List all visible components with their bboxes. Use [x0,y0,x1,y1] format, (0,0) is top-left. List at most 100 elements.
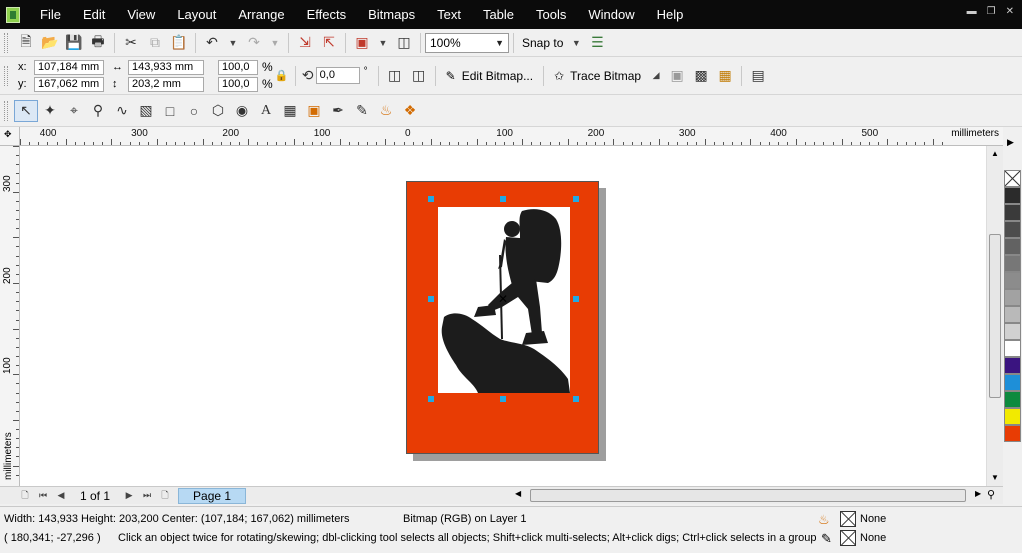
scroll-right-icon[interactable]: ▶ [975,489,981,498]
first-page-icon[interactable]: ⏮ [34,490,52,501]
add-page-before-icon[interactable]: 🗋 [16,488,34,504]
shape-tool-icon[interactable]: ✦ [38,100,62,122]
navigator-zoom-icon[interactable]: ⚲ [987,488,995,501]
lock-ratio-icon[interactable]: 🔒 [273,65,291,87]
redo-icon[interactable]: ↷ [242,32,266,54]
toolbar-grip[interactable] [4,100,8,121]
table-tool-icon[interactable]: ▦ [278,100,302,122]
scroll-left-icon[interactable]: ◀ [515,489,521,498]
scale-x-field[interactable]: 100,0 [218,59,258,75]
no-color-swatch[interactable] [1004,170,1021,187]
horizontal-scroll-thumb[interactable] [530,489,966,502]
menu-edit[interactable]: Edit [72,0,116,29]
options-icon[interactable]: ☰ [585,32,609,54]
export-icon[interactable]: ⇱ [317,32,341,54]
toolbar-grip[interactable] [4,65,8,86]
paste-icon[interactable]: 📋 [167,32,191,54]
fill-tool-icon[interactable]: ♨ [374,100,398,122]
snap-to-button[interactable]: Snap to [518,36,567,50]
import-icon[interactable]: ⇲ [293,32,317,54]
outline-pen-tool-icon[interactable]: ✎ [350,100,374,122]
application-launcher-icon[interactable]: ▣ [350,32,374,54]
ruler-corner[interactable]: ✥ [0,127,20,146]
wrap-text-icon[interactable]: ▤ [746,65,770,87]
trace-bitmap-button[interactable]: ✩ Trace Bitmap [548,63,647,89]
next-page-icon[interactable]: ▶ [120,490,138,501]
menu-table[interactable]: Table [472,0,525,29]
fill-swatch[interactable] [840,511,856,527]
horizontal-scrollbar[interactable]: ◀ ▶ [513,489,987,502]
horizontal-ruler[interactable]: millimeters 400 300 200 100 0 100 200 300 400 500 [20,127,1003,146]
menu-bitmaps[interactable]: Bitmaps [357,0,426,29]
mirror-horizontal-icon[interactable]: ◫ [383,65,407,87]
menu-view[interactable]: View [116,0,166,29]
scroll-up-icon[interactable]: ▲ [991,149,999,158]
palette-scroll-up-icon[interactable]: ▶ [1007,137,1014,148]
color-swatch[interactable] [1004,272,1021,289]
edit-bitmap-button[interactable]: ✎ Edit Bitmap... [440,63,539,89]
selection-handle-top[interactable] [500,196,506,202]
color-swatch[interactable] [1004,187,1021,204]
color-swatch[interactable] [1004,255,1021,272]
selection-handle-bottom-right[interactable] [573,396,579,402]
last-page-icon[interactable]: ⏭ [138,490,156,501]
selection-handle-top-left[interactable] [428,196,434,202]
menu-help[interactable]: Help [646,0,695,29]
color-swatch[interactable] [1004,323,1021,340]
drawing-canvas[interactable]: ✕ [20,146,986,486]
scroll-down-icon[interactable]: ▼ [991,473,999,482]
selection-handle-bottom-left[interactable] [428,396,434,402]
menu-effects[interactable]: Effects [296,0,358,29]
page-tab[interactable]: Page 1 [178,487,247,504]
save-icon[interactable]: 💾 [62,32,86,54]
snap-to-dropdown-icon[interactable]: ▼ [567,32,585,54]
close-icon[interactable]: ✕ [1006,6,1014,17]
ellipse-tool-icon[interactable]: ○ [182,100,206,122]
basic-shapes-tool-icon[interactable]: ◉ [230,100,254,122]
welcome-screen-icon[interactable]: ◫ [392,32,416,54]
polygon-tool-icon[interactable]: ⬡ [206,100,230,122]
launcher-dropdown-icon[interactable]: ▼ [374,32,392,54]
pick-tool-icon[interactable]: ↖ [14,99,38,122]
vertical-scrollbar[interactable]: ▲ ▼ [986,146,1003,486]
color-swatch[interactable] [1004,340,1021,357]
menu-tools[interactable]: Tools [525,0,577,29]
color-swatch[interactable] [1004,306,1021,323]
rotation-angle-field[interactable]: 0,0 [315,67,360,84]
eyedropper-tool-icon[interactable]: ✒ [326,100,350,122]
minimize-icon[interactable]: ▬ [967,6,977,17]
crop-bitmap-icon[interactable]: ▣ [665,65,689,87]
menu-window[interactable]: Window [577,0,645,29]
zoom-tool-icon[interactable]: ⚲ [86,100,110,122]
color-swatch[interactable] [1004,391,1021,408]
color-swatch[interactable] [1004,425,1021,442]
color-swatch[interactable] [1004,408,1021,425]
color-swatch[interactable] [1004,204,1021,221]
menu-layout[interactable]: Layout [166,0,227,29]
redo-dropdown-icon[interactable]: ▼ [266,32,284,54]
height-field[interactable]: 203,2 mm [128,76,204,92]
menu-file[interactable]: File [26,0,72,29]
crop-tool-icon[interactable]: ⌖ [62,100,86,122]
previous-page-icon[interactable]: ◀ [52,490,70,501]
mirror-vertical-icon[interactable]: ◫ [407,65,431,87]
print-icon[interactable]: 🖶 [86,32,110,54]
cut-icon[interactable]: ✂ [119,32,143,54]
menu-arrange[interactable]: Arrange [227,0,295,29]
selection-handle-right[interactable] [573,296,579,302]
color-swatch[interactable] [1004,238,1021,255]
resample-icon[interactable]: ▩ [689,65,713,87]
bitmap-color-mask-icon[interactable]: ▦ [713,65,737,87]
zoom-levels-combo[interactable]: 100% ▼ [425,32,509,53]
color-swatch[interactable] [1004,374,1021,391]
interactive-blend-tool-icon[interactable]: ▣ [302,100,326,122]
restore-icon[interactable]: ❐ [987,6,996,17]
y-position-field[interactable]: 167,062 mm [34,76,104,92]
add-page-after-icon[interactable]: 🗋 [156,488,174,504]
color-swatch[interactable] [1004,357,1021,374]
copy-icon[interactable]: ⧉ [143,32,167,54]
color-swatch[interactable] [1004,221,1021,238]
open-folder-icon[interactable]: 📂 [38,32,62,54]
smart-fill-tool-icon[interactable]: ▧ [134,100,158,122]
new-document-icon[interactable]: 🗎 [14,32,38,54]
